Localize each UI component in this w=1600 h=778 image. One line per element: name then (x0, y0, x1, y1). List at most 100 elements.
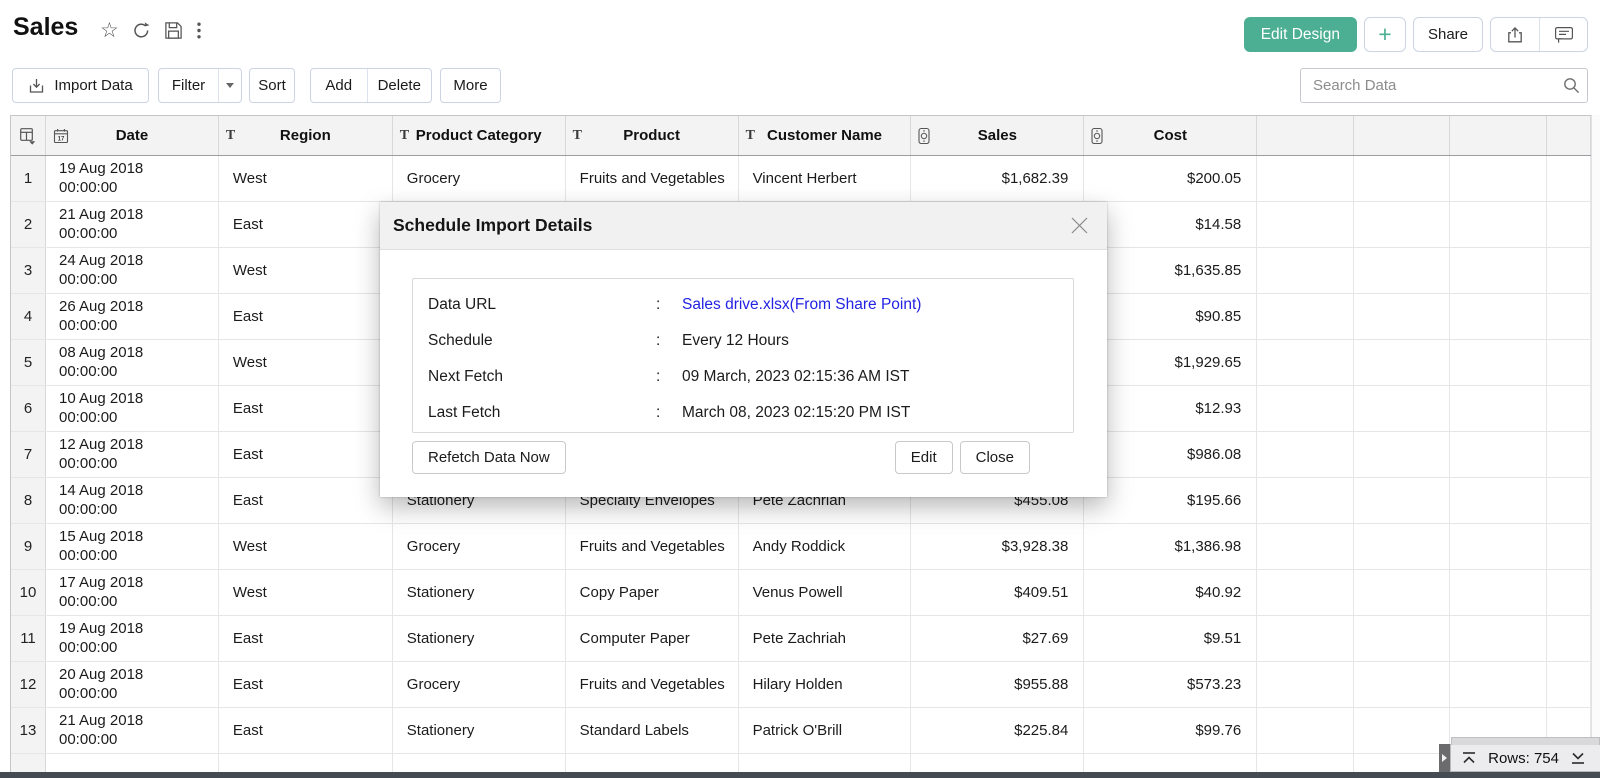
more-button[interactable]: More (440, 68, 501, 103)
cell-region[interactable]: West (219, 524, 393, 569)
row-number[interactable]: 4 (11, 294, 46, 339)
cell-region[interactable]: East (219, 432, 393, 477)
cell-category[interactable]: Stationery (393, 708, 566, 753)
cell-product[interactable]: Fruits and Vegetables (566, 156, 739, 201)
refetch-data-now-button[interactable]: Refetch Data Now (412, 441, 566, 474)
empty-cell[interactable] (1547, 662, 1591, 707)
cell-sales[interactable] (911, 754, 1084, 772)
cell-customer[interactable]: Patrick O'Brill (739, 708, 912, 753)
cell-category[interactable]: Grocery (393, 156, 566, 201)
empty-cell[interactable] (1450, 248, 1547, 293)
empty-cell[interactable] (1450, 478, 1547, 523)
empty-cell[interactable] (1450, 294, 1547, 339)
cell-category[interactable]: Stationery (393, 616, 566, 661)
empty-cell[interactable] (1450, 386, 1547, 431)
cell-date[interactable]: 14 Aug 2018 00:00:00 (46, 478, 219, 523)
cell-date[interactable]: 08 Aug 2018 00:00:00 (46, 340, 219, 385)
row-number[interactable]: 12 (11, 662, 46, 707)
row-number[interactable] (11, 754, 46, 772)
horizontal-scrollbar[interactable] (0, 772, 1600, 778)
delete-button[interactable]: Delete (367, 69, 431, 102)
column-header-region[interactable]: TRegion (219, 116, 393, 155)
empty-cell[interactable] (1354, 570, 1450, 615)
row-number[interactable]: 10 (11, 570, 46, 615)
empty-cell[interactable] (1257, 248, 1354, 293)
cell-date[interactable]: 21 Aug 2018 00:00:00 (46, 202, 219, 247)
cell-region[interactable]: East (219, 294, 393, 339)
empty-cell[interactable] (1547, 202, 1591, 247)
cell-date[interactable]: 17 Aug 2018 00:00:00 (46, 570, 219, 615)
cell-date[interactable]: 19 Aug 2018 00:00:00 (46, 156, 219, 201)
empty-cell[interactable] (1547, 294, 1591, 339)
cell-product[interactable] (566, 754, 739, 772)
empty-cell[interactable] (1257, 524, 1354, 569)
cell-cost[interactable]: $986.08 (1084, 432, 1257, 477)
empty-cell[interactable] (1547, 156, 1591, 201)
empty-cell[interactable] (1450, 202, 1547, 247)
cell-region[interactable]: West (219, 156, 393, 201)
column-header-product[interactable]: TProduct (566, 116, 739, 155)
cell-sales[interactable]: $409.51 (911, 570, 1084, 615)
cell-cost[interactable]: $195.66 (1084, 478, 1257, 523)
empty-cell[interactable] (1547, 386, 1591, 431)
empty-cell[interactable] (1354, 432, 1450, 477)
empty-cell[interactable] (1257, 662, 1354, 707)
cell-product[interactable]: Fruits and Vegetables (566, 662, 739, 707)
field-value-link[interactable]: Sales drive.xlsx(From Share Point) (682, 296, 921, 314)
empty-cell[interactable] (1450, 662, 1547, 707)
cell-region[interactable]: East (219, 202, 393, 247)
share-button[interactable]: Share (1413, 17, 1483, 52)
cell-cost[interactable]: $40.92 (1084, 570, 1257, 615)
empty-cell[interactable] (1257, 570, 1354, 615)
cell-cost[interactable] (1084, 754, 1257, 772)
empty-cell[interactable] (1354, 386, 1450, 431)
comment-icon[interactable] (1539, 18, 1587, 51)
search-icon[interactable] (1555, 77, 1587, 94)
sort-button[interactable]: Sort (249, 68, 295, 103)
cell-sales[interactable]: $27.69 (911, 616, 1084, 661)
cell-category[interactable]: Grocery (393, 524, 566, 569)
cell-region[interactable]: West (219, 248, 393, 293)
import-data-button[interactable]: Import Data (12, 68, 149, 103)
cell-date[interactable]: 26 Aug 2018 00:00:00 (46, 294, 219, 339)
row-number[interactable]: 8 (11, 478, 46, 523)
select-all-cell[interactable] (11, 116, 46, 155)
empty-cell[interactable] (1354, 478, 1450, 523)
cell-cost[interactable]: $99.76 (1084, 708, 1257, 753)
cell-cost[interactable]: $9.51 (1084, 616, 1257, 661)
row-number[interactable]: 6 (11, 386, 46, 431)
empty-cell[interactable] (1257, 202, 1354, 247)
row-number[interactable]: 7 (11, 432, 46, 477)
favorite-star-icon[interactable]: ☆ (100, 20, 119, 41)
cell-date[interactable]: 21 Aug 2018 00:00:00 (46, 708, 219, 753)
cell-date[interactable]: 10 Aug 2018 00:00:00 (46, 386, 219, 431)
empty-cell[interactable] (1450, 340, 1547, 385)
cell-region[interactable]: East (219, 478, 393, 523)
row-number[interactable]: 11 (11, 616, 46, 661)
cell-product[interactable]: Fruits and Vegetables (566, 524, 739, 569)
cell-date[interactable] (46, 754, 219, 772)
cell-product[interactable]: Computer Paper (566, 616, 739, 661)
column-header-date[interactable]: 17Date (46, 116, 219, 155)
cell-region[interactable]: West (219, 570, 393, 615)
empty-cell[interactable] (1257, 340, 1354, 385)
empty-cell[interactable] (1354, 202, 1450, 247)
row-number[interactable]: 3 (11, 248, 46, 293)
empty-cell[interactable] (1354, 662, 1450, 707)
empty-cell[interactable] (1354, 248, 1450, 293)
cell-customer[interactable]: Venus Powell (739, 570, 912, 615)
empty-cell[interactable] (1450, 570, 1547, 615)
empty-cell[interactable] (1547, 524, 1591, 569)
cell-sales[interactable]: $225.84 (911, 708, 1084, 753)
empty-cell[interactable] (1354, 524, 1450, 569)
cell-region[interactable]: East (219, 662, 393, 707)
close-icon[interactable] (1067, 214, 1091, 238)
empty-cell[interactable] (1257, 708, 1354, 753)
edit-button[interactable]: Edit (895, 441, 953, 474)
empty-cell[interactable] (1450, 524, 1547, 569)
cell-date[interactable]: 19 Aug 2018 00:00:00 (46, 616, 219, 661)
empty-cell[interactable] (1257, 616, 1354, 661)
cell-product[interactable]: Standard Labels (566, 708, 739, 753)
export-icon[interactable] (1491, 18, 1539, 51)
empty-cell[interactable] (1547, 432, 1591, 477)
